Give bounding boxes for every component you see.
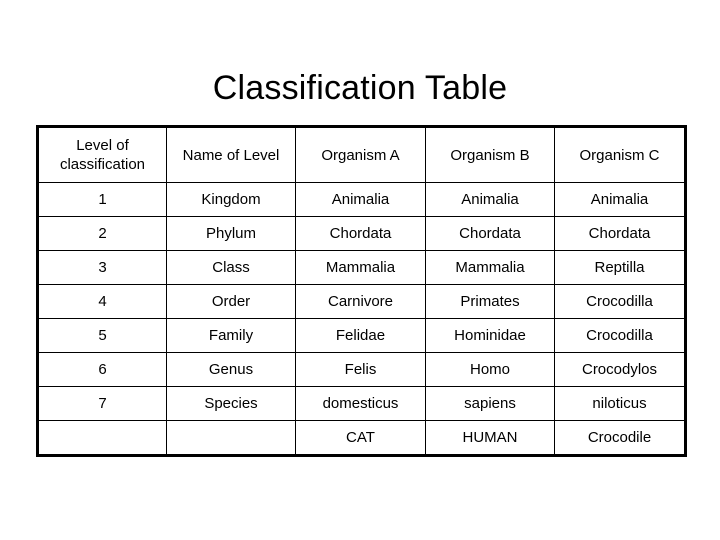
cell-organism-c: niloticus [554, 386, 686, 421]
column-header-organism-c: Organism C [554, 126, 686, 183]
column-header-organism-b: Organism B [425, 126, 555, 183]
cell-name-of-level: Family [166, 318, 296, 353]
cell-organism-a: Mammalia [295, 250, 426, 285]
cell-organism-a: Chordata [295, 216, 426, 251]
table-row: 3 Class Mammalia Mammalia Reptilla [37, 250, 686, 285]
page-title: Classification Table [212, 68, 508, 107]
cell-organism-c: Crocodilla [554, 284, 686, 319]
cell-level: 7 [37, 386, 167, 421]
cell-level: 2 [37, 216, 167, 251]
classification-table: Level of classification Name of Level Or… [36, 125, 687, 457]
cell-level [37, 420, 167, 456]
cell-organism-c: Animalia [554, 182, 686, 217]
classification-table-container: Level of classification Name of Level Or… [36, 125, 687, 457]
cell-organism-a: domesticus [295, 386, 426, 421]
cell-organism-b: Mammalia [425, 250, 555, 285]
table-row: 5 Family Felidae Hominidae Crocodilla [37, 318, 686, 353]
table-row: 7 Species domesticus sapiens niloticus [37, 386, 686, 421]
cell-name-of-level: Species [166, 386, 296, 421]
cell-organism-c: Crocodilla [554, 318, 686, 353]
cell-organism-b: Primates [425, 284, 555, 319]
cell-name-of-level: Phylum [166, 216, 296, 251]
cell-organism-a: Animalia [295, 182, 426, 217]
cell-organism-c: Chordata [554, 216, 686, 251]
cell-name-of-level: Class [166, 250, 296, 285]
cell-level: 5 [37, 318, 167, 353]
cell-organism-b: Chordata [425, 216, 555, 251]
cell-level: 4 [37, 284, 167, 319]
table-row: 4 Order Carnivore Primates Crocodilla [37, 284, 686, 319]
cell-name-of-level: Genus [166, 352, 296, 387]
cell-level: 3 [37, 250, 167, 285]
cell-organism-a: CAT [295, 420, 426, 456]
cell-organism-b: Hominidae [425, 318, 555, 353]
cell-organism-b: sapiens [425, 386, 555, 421]
table-header: Level of classification Name of Level Or… [37, 126, 686, 183]
table-row: 1 Kingdom Animalia Animalia Animalia [37, 182, 686, 217]
cell-organism-c: Crocodile [554, 420, 686, 456]
cell-level: 1 [37, 182, 167, 217]
cell-organism-c: Reptilla [554, 250, 686, 285]
cell-name-of-level: Kingdom [166, 182, 296, 217]
cell-organism-a: Felis [295, 352, 426, 387]
cell-organism-b: HUMAN [425, 420, 555, 456]
cell-name-of-level [166, 420, 296, 456]
table-row: 2 Phylum Chordata Chordata Chordata [37, 216, 686, 251]
cell-name-of-level: Order [166, 284, 296, 319]
table-header-row: Level of classification Name of Level Or… [37, 126, 686, 183]
column-header-organism-a: Organism A [295, 126, 426, 183]
cell-organism-a: Carnivore [295, 284, 426, 319]
table-body: 1 Kingdom Animalia Animalia Animalia 2 P… [37, 182, 686, 456]
cell-organism-a: Felidae [295, 318, 426, 353]
column-header-name-of-level: Name of Level [166, 126, 296, 183]
cell-organism-b: Homo [425, 352, 555, 387]
table-row: 6 Genus Felis Homo Crocodylos [37, 352, 686, 387]
cell-level: 6 [37, 352, 167, 387]
cell-organism-c: Crocodylos [554, 352, 686, 387]
column-header-level-of-classification: Level of classification [37, 126, 167, 183]
slide-canvas: Classification Table Level of classifica… [0, 0, 720, 540]
table-row: CAT HUMAN Crocodile [37, 420, 686, 456]
cell-organism-b: Animalia [425, 182, 555, 217]
